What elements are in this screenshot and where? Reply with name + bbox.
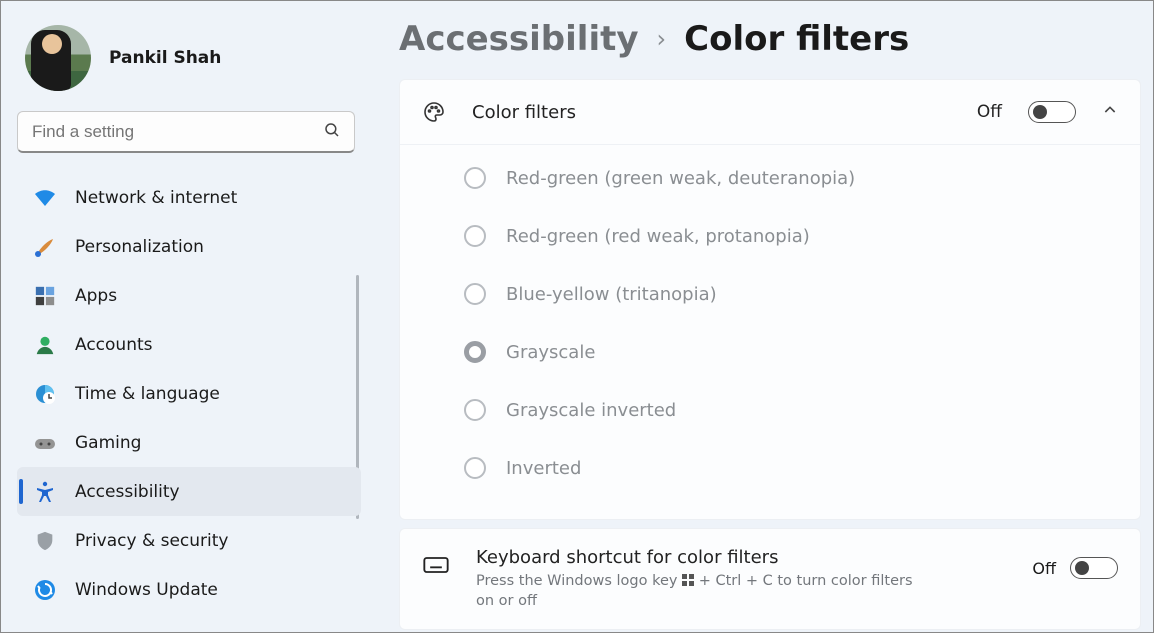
update-icon (33, 578, 57, 602)
search-input[interactable] (17, 111, 355, 153)
chevron-up-icon[interactable] (1102, 102, 1118, 122)
sidebar-label: Gaming (75, 433, 141, 453)
sidebar-item-time-language[interactable]: Time & language (17, 369, 361, 418)
shield-icon (33, 529, 57, 553)
radio-icon[interactable] (464, 225, 486, 247)
filter-option-label: Grayscale inverted (506, 400, 676, 421)
sidebar-label: Apps (75, 286, 117, 306)
radio-icon[interactable] (464, 167, 486, 189)
keyboard-icon (422, 547, 450, 583)
shortcut-toggle[interactable] (1070, 557, 1118, 579)
main-content: Accessibility › Color filters Color filt… (371, 1, 1153, 632)
windows-logo-icon (682, 574, 694, 586)
page-title: Color filters (684, 19, 909, 59)
filter-option-label: Inverted (506, 458, 581, 479)
accessibility-icon (33, 480, 57, 504)
radio-icon[interactable] (464, 283, 486, 305)
globe-clock-icon (33, 382, 57, 406)
radio-icon[interactable] (464, 457, 486, 479)
sidebar-label: Network & internet (75, 188, 237, 208)
shortcut-state: Off (1032, 559, 1056, 578)
filter-option[interactable]: Red-green (green weak, deuteranopia) (454, 149, 1140, 207)
apps-icon (33, 284, 57, 308)
search-icon (323, 121, 341, 143)
sidebar-item-network[interactable]: Network & internet (17, 173, 361, 222)
sidebar-label: Windows Update (75, 580, 218, 600)
shortcut-panel: Keyboard shortcut for color filters Pres… (399, 528, 1141, 630)
filter-option[interactable]: Inverted (454, 439, 1140, 497)
filter-option-label: Blue-yellow (tritanopia) (506, 284, 717, 305)
avatar (25, 25, 91, 91)
sidebar-item-windows-update[interactable]: Windows Update (17, 565, 361, 614)
filter-option-label: Grayscale (506, 342, 595, 363)
sidebar-item-accessibility[interactable]: Accessibility (17, 467, 361, 516)
filter-option[interactable]: Grayscale inverted (454, 381, 1140, 439)
color-filters-panel: Color filters Off Red-green (green weak,… (399, 79, 1141, 520)
shortcut-description: Press the Windows logo key + Ctrl + C to… (476, 572, 916, 611)
chevron-right-icon: › (657, 25, 667, 53)
search-container (17, 111, 355, 153)
filter-option-label: Red-green (red weak, protanopia) (506, 226, 810, 247)
sidebar-label: Privacy & security (75, 531, 229, 551)
wifi-icon (33, 186, 57, 210)
breadcrumb-parent[interactable]: Accessibility (399, 19, 639, 59)
palette-icon (422, 100, 446, 124)
person-icon (33, 333, 57, 357)
filter-option[interactable]: Grayscale (454, 323, 1140, 381)
gamepad-icon (33, 431, 57, 455)
filter-option-label: Red-green (green weak, deuteranopia) (506, 168, 855, 189)
color-filters-state: Off (977, 102, 1002, 122)
color-filters-label: Color filters (472, 102, 951, 123)
brush-icon (33, 235, 57, 259)
nav: Network & internet Personalization Apps … (17, 173, 361, 614)
sidebar-label: Time & language (75, 384, 220, 404)
radio-icon[interactable] (464, 399, 486, 421)
sidebar-item-gaming[interactable]: Gaming (17, 418, 361, 467)
filter-option[interactable]: Blue-yellow (tritanopia) (454, 265, 1140, 323)
shortcut-title: Keyboard shortcut for color filters (476, 547, 1006, 568)
radio-icon[interactable] (464, 341, 486, 363)
sidebar: Pankil Shah Network & internet Personali… (1, 1, 371, 632)
sidebar-label: Accounts (75, 335, 153, 355)
filter-option[interactable]: Red-green (red weak, protanopia) (454, 207, 1140, 265)
breadcrumb: Accessibility › Color filters (399, 19, 1141, 59)
profile[interactable]: Pankil Shah (17, 23, 361, 107)
sidebar-item-accounts[interactable]: Accounts (17, 320, 361, 369)
filter-options: Red-green (green weak, deuteranopia) Red-… (400, 144, 1140, 519)
sidebar-label: Personalization (75, 237, 204, 257)
sidebar-item-personalization[interactable]: Personalization (17, 222, 361, 271)
color-filters-toggle[interactable] (1028, 101, 1076, 123)
color-filters-header[interactable]: Color filters Off (400, 80, 1140, 144)
user-name: Pankil Shah (109, 48, 221, 68)
sidebar-item-apps[interactable]: Apps (17, 271, 361, 320)
sidebar-item-privacy[interactable]: Privacy & security (17, 516, 361, 565)
sidebar-label: Accessibility (75, 482, 180, 502)
